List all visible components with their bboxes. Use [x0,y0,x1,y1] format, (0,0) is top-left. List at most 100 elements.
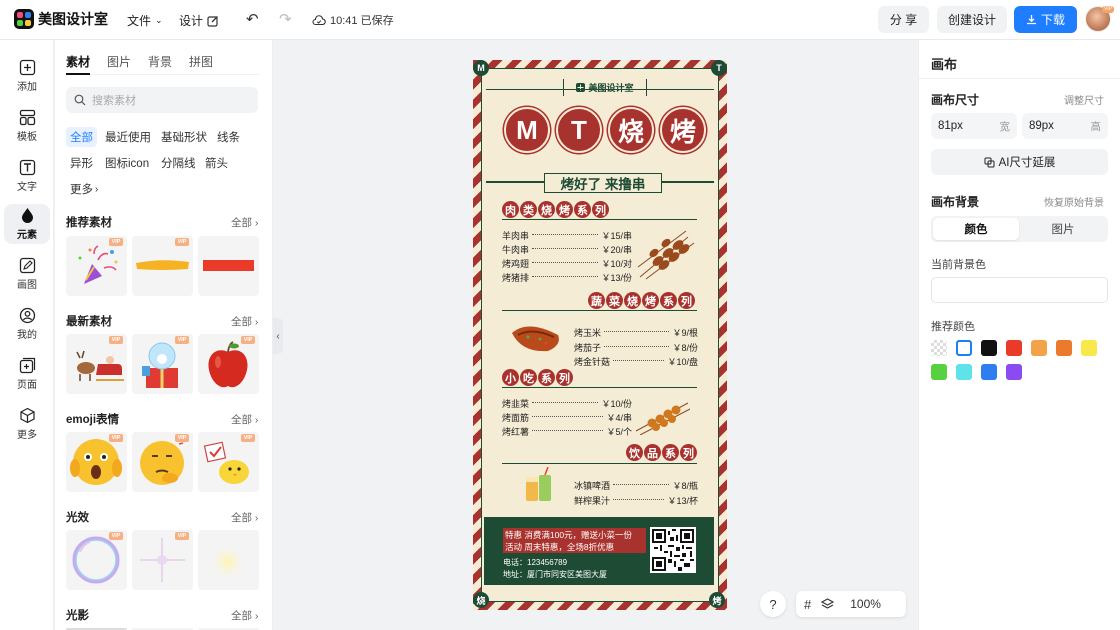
chip-all[interactable]: 全部 [66,127,97,147]
heading-char: 类 [520,201,537,218]
menu-item-price: ￥20/串 [601,245,632,255]
restore-bg-link[interactable]: 恢复原始背景 [1044,194,1104,209]
grid-icon[interactable]: # [804,597,811,612]
tab-material[interactable]: 素材 [66,53,90,70]
heading-char: 系 [538,369,555,386]
chip-basic-shapes[interactable]: 基础形状 [157,127,211,147]
design-canvas[interactable]: 美图设计室 M T 烧 烤 烤好了 来撸串 肉类烧烤系列 羊肉串 ￥15/串 牛肉… [473,60,727,610]
swatch-light-orange[interactable] [1031,340,1047,356]
rail-mine[interactable]: 我的 [4,304,50,344]
design-menu[interactable]: 设计 [179,12,219,29]
swatch-blue[interactable] [981,364,997,380]
material-thumb[interactable]: VIP [132,236,193,296]
panel-title: 画布 [931,57,958,72]
section-recommended-all[interactable]: 全部 › [231,215,258,230]
promo-line: 特惠 消费满100元，赠送小菜一份 [505,530,633,540]
current-bg-color[interactable] [931,277,1108,303]
create-design-button[interactable]: 创建设计 [937,6,1007,33]
material-thumb[interactable] [198,236,259,296]
material-thumb[interactable]: VIP [66,530,127,590]
chip-dividers[interactable]: 分隔线 [157,153,200,173]
swatch-transparent[interactable] [931,340,947,356]
category-vegetable-heading: 蔬菜烧烤系列 [588,292,695,309]
bg-type-toggle: 颜色 图片 [931,216,1108,242]
material-thumb[interactable]: VIP [66,334,127,394]
redo-icon[interactable]: ↷ [279,10,292,28]
swatch-yellow[interactable] [1081,340,1097,356]
rail-draw[interactable]: 画图 [4,254,50,294]
save-status: 10:41 已保存 [312,12,394,28]
rail-add[interactable]: 添加 [4,56,50,96]
chip-icons[interactable]: 图标icon [101,153,153,173]
glow-light-icon [208,542,248,582]
canvas-size-label: 画布尺寸 [931,93,980,107]
chip-lines[interactable]: 线条 [213,127,244,147]
material-thumb[interactable]: VIP [66,432,127,492]
chip-arrows[interactable]: 箭头 [201,153,232,173]
ai-resize-button[interactable]: AI尺寸延展 [931,149,1108,175]
vip-badge: VIP [175,434,189,442]
material-thumb[interactable]: VIP [132,432,193,492]
adjust-size-link[interactable]: 调整尺寸 [1064,92,1104,107]
share-button[interactable]: 分 享 [878,6,929,33]
chip-recent[interactable]: 最近使用 [101,127,155,147]
rail-elements[interactable]: 元素 [4,204,50,244]
tab-collage[interactable]: 拼图 [189,53,213,70]
material-thumb[interactable]: VIP [66,236,127,296]
swatch-purple[interactable] [1006,364,1022,380]
poster-brand: 美图设计室 [563,79,647,96]
swatch-white[interactable] [956,340,972,356]
rail-template[interactable]: 模板 [4,106,50,146]
vip-badge: VIP [109,336,123,344]
width-field[interactable]: 81px 宽 [931,113,1017,139]
app-logo[interactable]: 美图设计室 [14,9,108,29]
file-menu[interactable]: 文件 ⌄ [127,12,163,29]
heading-char: 烧 [624,292,641,309]
material-thumb[interactable] [198,530,259,590]
help-button[interactable]: ? [760,591,786,617]
zoom-level[interactable]: 100% [850,597,881,611]
section-latest-all[interactable]: 全部 › [231,314,258,329]
menu-item: 烤猪排 ￥13/份 [502,271,632,284]
chip-more[interactable]: 更多 › [66,179,102,199]
tab-background[interactable]: 背景 [148,53,172,70]
material-thumb[interactable]: VIP [198,334,259,394]
section-shadow-all[interactable]: 全部 › [231,608,258,623]
swatch-orange[interactable] [1056,340,1072,356]
rail-text[interactable]: 文字 [4,156,50,196]
bg-image-tab[interactable]: 图片 [1020,218,1106,240]
rail-page[interactable]: 页面 [4,354,50,394]
vip-badge: VIP [109,434,123,442]
heading-char: 蔬 [588,292,605,309]
menu-item: 烤红薯 ￥5/个 [502,425,632,438]
menu-item-price: ￥10/盘 [667,357,698,367]
tab-image[interactable]: 图片 [107,53,131,70]
height-field[interactable]: 89px 高 [1022,113,1108,139]
menu-item: 鲜榨果汁 ￥13/杯 [574,494,698,507]
section-emoji-all[interactable]: 全部 › [231,412,258,427]
heading-char: 菜 [606,292,623,309]
section-light-title: 光效 [66,512,89,524]
material-thumb[interactable]: VIP [132,334,193,394]
bg-color-tab[interactable]: 颜色 [933,218,1019,240]
undo-icon[interactable]: ↶ [246,10,259,28]
rail-more[interactable]: 更多 [4,404,50,444]
chip-irregular[interactable]: 异形 [66,153,97,173]
pencil-icon [19,257,35,274]
collapse-panel-button[interactable]: ‹ [273,318,283,354]
download-button[interactable]: 下载 [1014,6,1077,33]
swatch-black[interactable] [981,340,997,356]
section-light-all[interactable]: 全部 › [231,510,258,525]
material-thumb[interactable]: VIP [198,432,259,492]
menu-item-name: 烤金针菇 [574,357,611,367]
menu-item: 烤玉米 ￥9/根 [574,326,698,339]
template-icon [19,109,35,126]
chevron-down-icon: ⌄ [155,15,163,25]
layers-icon[interactable] [821,597,835,611]
material-thumb[interactable]: VIP [132,530,193,590]
poster-promo-footer: 特惠 消费满100元，赠送小菜一份 活动 周末特惠，全场8折优惠 电话：1234… [484,517,714,585]
search-input[interactable]: 搜索素材 [66,87,258,113]
swatch-green[interactable] [931,364,947,380]
swatch-red[interactable] [1006,340,1022,356]
swatch-cyan[interactable] [956,364,972,380]
